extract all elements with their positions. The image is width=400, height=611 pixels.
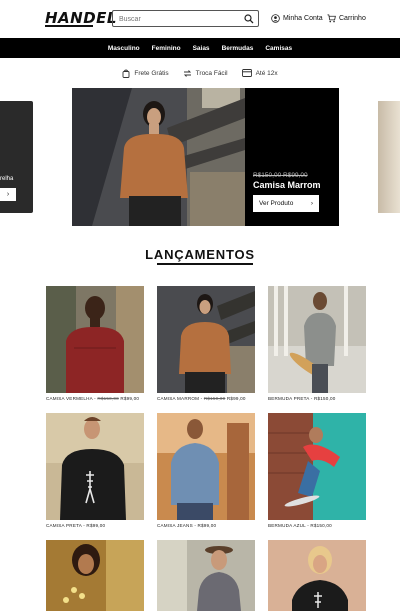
- slider-prev-card-title: relha: [0, 176, 14, 182]
- product-name: CAMISA PRETA - R$99,00: [46, 523, 106, 528]
- launches-title: LANÇAMENTOS: [145, 247, 255, 262]
- product-image[interactable]: [268, 540, 366, 611]
- chevron-right-icon: ›: [310, 200, 313, 207]
- benefit-easy-exchange: Troca Fácil: [183, 66, 228, 80]
- product-card[interactable]: BERMUDA AZUL - R$150,00: [268, 413, 366, 528]
- hero-product-title: Camisa Marrom: [253, 180, 321, 190]
- credit-card-icon: [241, 69, 252, 77]
- nav-item-camisas[interactable]: Camisas: [265, 45, 292, 52]
- benefits-bar: Frete Grátis Troca Fácil Até 12x: [0, 66, 400, 80]
- search-input[interactable]: [119, 13, 234, 25]
- product-name: CAMISA VERMELHA -: [46, 396, 96, 401]
- hero-button-label: Ver Produto: [259, 200, 294, 207]
- product-image[interactable]: [46, 286, 144, 393]
- search-box[interactable]: [112, 10, 259, 27]
- hero-slide: R$150,00 R$99,00 Camisa Marrom Ver Produ…: [72, 88, 339, 226]
- product-old-price: R$150,00: [97, 396, 119, 401]
- product-image[interactable]: [268, 286, 366, 393]
- product-image[interactable]: [157, 540, 255, 611]
- product-price: R$99,00: [226, 396, 246, 401]
- benefit-installments: Até 12x: [241, 66, 278, 80]
- benefit-label: Troca Fácil: [195, 69, 228, 77]
- launches-title-underline: [157, 263, 253, 265]
- product-card[interactable]: CAMISA PRETA - R$99,00: [46, 413, 144, 528]
- product-name: BERMUDA PRETA - R$150,00: [268, 396, 336, 401]
- logo-underline: [45, 25, 93, 27]
- product-caption: CAMISA MARROM - R$150,00 R$99,00: [157, 396, 255, 401]
- nav-item-saias[interactable]: Saias: [193, 45, 210, 52]
- product-caption: BERMUDA AZUL - R$150,00: [268, 523, 366, 528]
- hero-info-panel: R$150,00 R$99,00 Camisa Marrom Ver Produ…: [245, 88, 339, 226]
- nav-item-bermudas[interactable]: Bermudas: [222, 45, 254, 52]
- product-image[interactable]: [46, 413, 144, 520]
- product-card[interactable]: [46, 540, 144, 611]
- hero-view-product-button[interactable]: Ver Produto ›: [253, 195, 319, 212]
- benefit-label: Frete Grátis: [134, 69, 169, 77]
- product-card[interactable]: CAMISA MARROM - R$150,00 R$99,00: [157, 286, 255, 401]
- slider-prev-card[interactable]: relha ›: [0, 101, 33, 213]
- cart-icon: [327, 14, 336, 23]
- account-label: Minha Conta: [283, 15, 323, 22]
- user-icon: [271, 14, 280, 23]
- product-card[interactable]: [157, 540, 255, 611]
- hero-price-old: R$150,00: [253, 172, 282, 179]
- benefit-label: Até 12x: [255, 69, 278, 77]
- hero-price-new: R$99,00: [283, 172, 308, 179]
- cart-link[interactable]: Carrinho: [327, 14, 366, 23]
- cart-label: Carrinho: [339, 15, 366, 22]
- slider-prev-card-button[interactable]: ›: [0, 188, 16, 201]
- hero-price: R$150,00 R$99,00: [253, 172, 308, 179]
- main-nav: Masculino Feminino Saias Bermudas Camisa…: [0, 38, 400, 58]
- exchange-icon: [183, 69, 192, 78]
- shipping-bag-icon: [122, 69, 130, 78]
- hero-product-image: [72, 88, 245, 226]
- product-image[interactable]: [157, 286, 255, 393]
- product-name: CAMISA JEANS - R$99,00: [157, 523, 217, 528]
- product-caption: CAMISA PRETA - R$99,00: [46, 523, 144, 528]
- product-image[interactable]: [268, 413, 366, 520]
- product-name: CAMISA MARROM -: [157, 396, 203, 401]
- product-card[interactable]: [268, 540, 366, 611]
- product-card[interactable]: BERMUDA PRETA - R$150,00: [268, 286, 366, 401]
- search-icon[interactable]: [244, 14, 254, 24]
- product-card[interactable]: CAMISA VERMELHA - R$150,00 R$99,00: [46, 286, 144, 401]
- product-caption: CAMISA VERMELHA - R$150,00 R$99,00: [46, 396, 144, 401]
- account-link[interactable]: Minha Conta: [271, 14, 323, 23]
- product-name: BERMUDA AZUL - R$150,00: [268, 523, 332, 528]
- site-header: HANDEL Minha Conta Carrinho: [0, 0, 400, 38]
- product-card[interactable]: CAMISA JEANS - R$99,00: [157, 413, 255, 528]
- product-image[interactable]: [46, 540, 144, 611]
- product-caption: CAMISA JEANS - R$99,00: [157, 523, 255, 528]
- product-old-price: R$150,00: [203, 396, 226, 401]
- slider-next-card[interactable]: [378, 101, 400, 213]
- product-caption: BERMUDA PRETA - R$150,00: [268, 396, 366, 401]
- nav-item-feminino[interactable]: Feminino: [152, 45, 181, 52]
- benefit-free-shipping: Frete Grátis: [122, 66, 169, 80]
- nav-item-masculino[interactable]: Masculino: [108, 45, 140, 52]
- product-price: R$99,00: [120, 396, 140, 401]
- product-image[interactable]: [157, 413, 255, 520]
